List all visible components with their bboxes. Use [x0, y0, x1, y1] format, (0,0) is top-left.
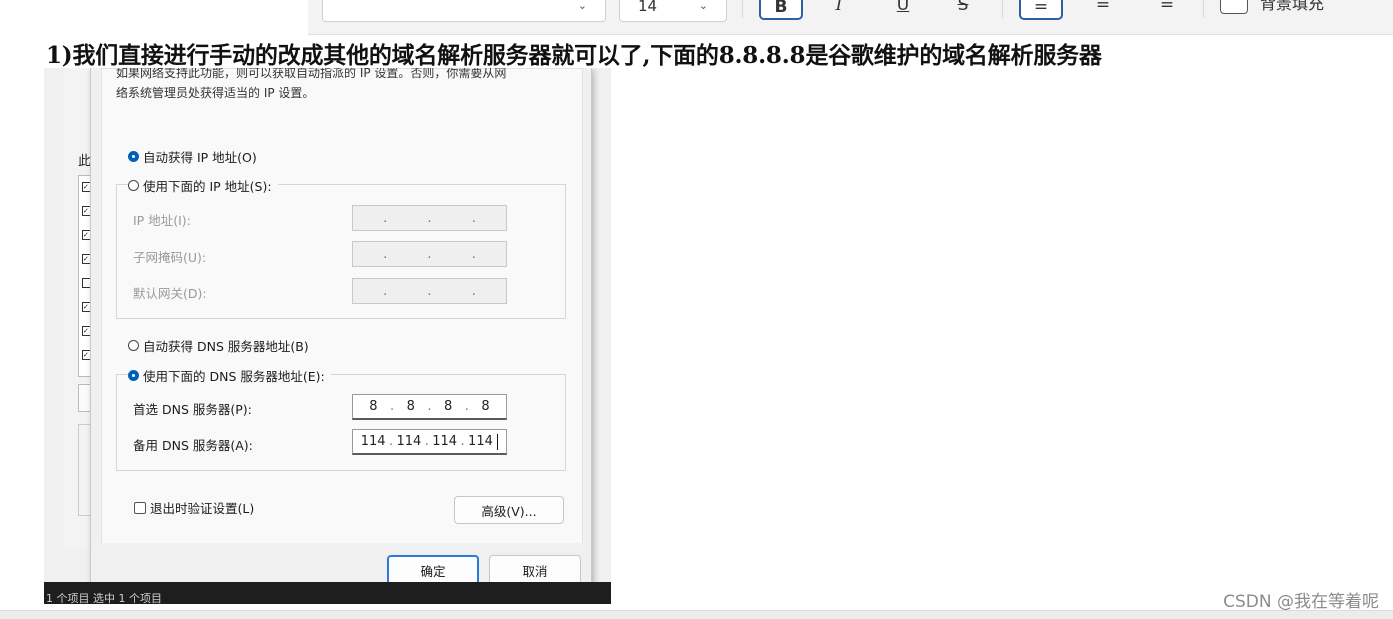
- ip-manual-radio[interactable]: 使用下面的 IP 地址(S):: [128, 176, 278, 195]
- font-size-value: 14: [638, 0, 658, 15]
- validate-on-exit-label: 退出时验证设置(L): [150, 501, 255, 516]
- dns-auto-radio[interactable]: 自动获得 DNS 服务器地址(B): [128, 336, 309, 355]
- dns-octet: 114: [432, 434, 458, 449]
- ip-address-label: IP 地址(I):: [133, 213, 191, 228]
- dns-octet: 114: [468, 434, 493, 449]
- dns-octet: 114: [396, 434, 422, 449]
- dns-auto-label: 自动获得 DNS 服务器地址(B): [143, 339, 309, 354]
- italic-button[interactable]: I: [817, 0, 861, 20]
- dialog-description: 如果网络支持此功能，则可以获取自动指派的 IP 设置。否则，你需要从网 络系统管…: [116, 68, 536, 103]
- alternate-dns-label: 备用 DNS 服务器(A):: [133, 438, 253, 453]
- align-right-button[interactable]: =: [1145, 0, 1189, 20]
- ip-address-input[interactable]: ...: [352, 205, 507, 231]
- radio-unselected-icon: [128, 180, 139, 191]
- background-fill-checkbox[interactable]: [1220, 0, 1248, 14]
- radio-selected-icon: [128, 370, 139, 381]
- radio-unselected-icon: [128, 340, 139, 351]
- toolbar-divider: [742, 0, 743, 18]
- dns-octet: 8: [406, 399, 415, 414]
- bold-button[interactable]: B: [759, 0, 803, 20]
- ip-auto-radio[interactable]: 自动获得 IP 地址(O): [128, 147, 257, 166]
- text-caret: [497, 433, 499, 450]
- dns-groupbox: [116, 374, 566, 471]
- align-center-button[interactable]: =: [1081, 0, 1125, 20]
- underline-button[interactable]: U: [881, 0, 925, 20]
- background-fill-label: 背景填充: [1260, 0, 1325, 13]
- gateway-label: 默认网关(D):: [133, 286, 207, 301]
- radio-selected-icon: [128, 151, 139, 162]
- ok-button[interactable]: 确定: [387, 555, 479, 585]
- chevron-down-icon: ⌄: [577, 0, 587, 12]
- align-left-button[interactable]: =: [1019, 0, 1063, 20]
- ip-auto-label: 自动获得 IP 地址(O): [143, 150, 257, 165]
- chevron-down-icon: ⌄: [698, 0, 708, 12]
- ip-manual-label: 使用下面的 IP 地址(S):: [143, 179, 272, 194]
- ipv4-properties-dialog: 如果网络支持此功能，则可以获取自动指派的 IP 设置。否则，你需要从网 络系统管…: [90, 68, 592, 596]
- font-family-select[interactable]: ⌄: [322, 0, 606, 22]
- dns-octet: 8: [369, 399, 378, 414]
- subnet-mask-input[interactable]: ...: [352, 241, 507, 267]
- article-paragraph: 1)我们直接进行手动的改成其他的域名解析服务器就可以了,下面的8.8.8.8是谷…: [46, 42, 1102, 69]
- advanced-button[interactable]: 高级(V)...: [454, 496, 564, 524]
- editor-toolbar: ⌄ 14 ⌄ B I U S = = = 背景填充: [308, 0, 1393, 35]
- description-line: 络系统管理员处获得适当的 IP 设置。: [116, 86, 315, 100]
- general-tab-panel: 如果网络支持此功能，则可以获取自动指派的 IP 设置。否则，你需要从网 络系统管…: [101, 68, 583, 545]
- toolbar-divider: [1002, 0, 1003, 18]
- toolbar-divider: [1203, 0, 1204, 18]
- font-size-select[interactable]: 14 ⌄: [619, 0, 727, 22]
- preferred-dns-input[interactable]: 8. 8. 8. 8: [352, 394, 507, 420]
- embedded-screenshot: 此 ✓ ✓ ✓ ✓ ✓ ✓ ✓ 如果网络支持此功能，则可以获取自动指派的 IP …: [44, 68, 611, 604]
- dns-manual-label: 使用下面的 DNS 服务器地址(E):: [143, 369, 325, 384]
- dns-octet: 8: [481, 399, 490, 414]
- gateway-input[interactable]: ...: [352, 278, 507, 304]
- validate-on-exit-checkbox[interactable]: 退出时验证设置(L): [134, 498, 254, 517]
- dns-manual-radio[interactable]: 使用下面的 DNS 服务器地址(E):: [128, 366, 331, 385]
- description-line: 如果网络支持此功能，则可以获取自动指派的 IP 设置。否则，你需要从网: [116, 68, 507, 80]
- checkbox-unchecked-icon: [134, 501, 146, 514]
- dns-octet: 114: [360, 434, 386, 449]
- subnet-mask-label: 子网掩码(U):: [133, 250, 207, 265]
- csdn-watermark: CSDN @我在等着呢: [1223, 592, 1379, 612]
- alternate-dns-input[interactable]: 114. 114. 114. 114: [352, 429, 507, 455]
- preferred-dns-label: 首选 DNS 服务器(P):: [133, 402, 252, 417]
- strikethrough-button[interactable]: S: [941, 0, 985, 20]
- cancel-button[interactable]: 取消: [489, 555, 581, 585]
- explorer-status-bar: 1 个项目 选中 1 个项目: [44, 582, 611, 604]
- dns-octet: 8: [444, 399, 453, 414]
